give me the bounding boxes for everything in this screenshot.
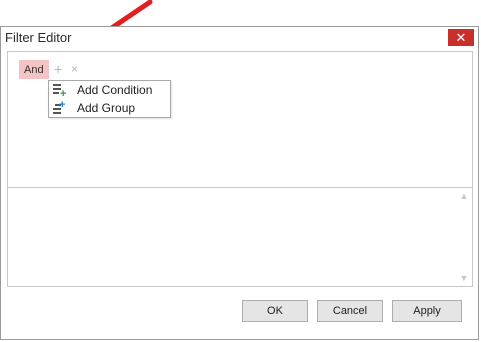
filter-editor-window: Filter Editor ✕ And + × + Add Condition bbox=[0, 26, 479, 340]
scroll-down-icon[interactable]: ▼ bbox=[460, 270, 469, 286]
filter-text-panel[interactable]: ▲ ▼ bbox=[7, 187, 473, 287]
title-bar: Filter Editor ✕ bbox=[1, 27, 478, 49]
vertical-scrollbar[interactable]: ▲ ▼ bbox=[456, 188, 472, 286]
menu-item-add-condition[interactable]: + Add Condition bbox=[49, 81, 170, 100]
scroll-up-icon[interactable]: ▲ bbox=[460, 188, 469, 204]
menu-item-add-group[interactable]: + Add Group bbox=[49, 99, 170, 117]
menu-item-label: Add Group bbox=[77, 101, 136, 115]
group-operator-and[interactable]: And bbox=[19, 60, 49, 79]
add-menu: + Add Condition + Add Group bbox=[48, 80, 171, 118]
close-button[interactable]: ✕ bbox=[448, 29, 474, 46]
cancel-button[interactable]: Cancel bbox=[317, 300, 383, 322]
remove-icon[interactable]: × bbox=[71, 60, 78, 79]
add-group-icon: + bbox=[53, 100, 67, 115]
ok-button[interactable]: OK bbox=[242, 300, 308, 322]
menu-item-label: Add Condition bbox=[77, 83, 153, 97]
window-title: Filter Editor bbox=[5, 30, 72, 45]
apply-button[interactable]: Apply bbox=[392, 300, 462, 322]
add-condition-icon: + bbox=[53, 83, 67, 100]
add-icon[interactable]: + bbox=[54, 60, 62, 79]
